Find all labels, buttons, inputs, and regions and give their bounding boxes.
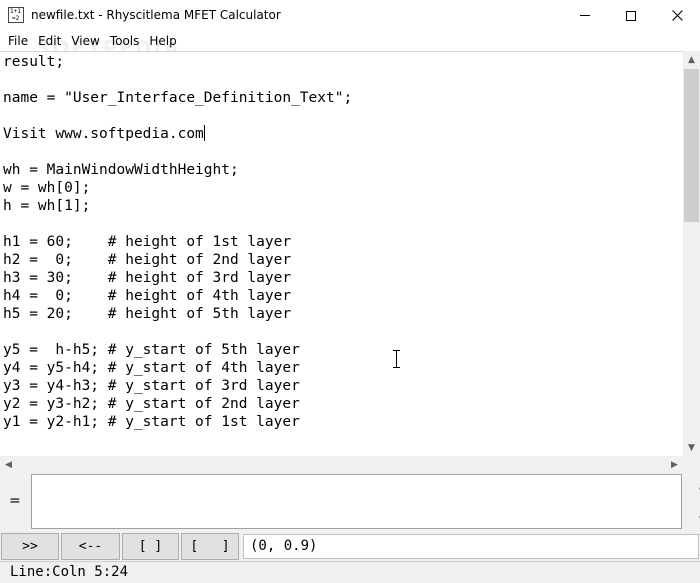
code-line[interactable]: h4 = 0; # height of 4th layer	[3, 287, 352, 305]
menu-help[interactable]: Help	[144, 31, 181, 51]
result-field[interactable]: (0, 0.9)	[243, 534, 699, 559]
minimize-button[interactable]	[562, 0, 608, 31]
bottom-toolbar: >> <-- [ ] [ ] (0, 0.9)	[0, 531, 700, 561]
scroll-down-icon[interactable]: ▼	[683, 439, 700, 456]
minimize-icon	[580, 15, 590, 16]
text-caret	[203, 125, 205, 141]
code-line[interactable]: w = wh[0];	[3, 179, 352, 197]
close-icon	[671, 10, 683, 21]
code-line[interactable]	[3, 215, 352, 233]
code-line[interactable]: h2 = 0; # height of 2nd layer	[3, 251, 352, 269]
calculator-app-icon[interactable]: 1+1 =2	[8, 7, 24, 23]
scroll-up-icon[interactable]: ▲	[683, 51, 700, 68]
close-button[interactable]	[654, 0, 700, 31]
code-line[interactable]: y1 = y2-h1; # y_start of 1st layer	[3, 413, 352, 431]
title-bar[interactable]: 1+1 =2 newfile.txt - Rhyscitlema MFET Ca…	[0, 0, 700, 31]
code-line[interactable]: result;	[3, 53, 352, 71]
maximize-button[interactable]	[608, 0, 654, 31]
evaluation-panel: = ▲ ▼	[0, 473, 700, 531]
code-line[interactable]: wh = MainWindowWidthHeight;	[3, 161, 352, 179]
code-line[interactable]: Visit www.softpedia.com	[3, 125, 352, 143]
code-line[interactable]: h5 = 20; # height of 5th layer	[3, 305, 352, 323]
evaluation-input[interactable]	[32, 475, 681, 528]
bracket-button[interactable]: [ ]	[122, 533, 179, 560]
text-editor[interactable]: result; name = "User_Interface_Definition…	[0, 51, 683, 456]
eval-scroll-up-icon[interactable]: ▲	[693, 477, 700, 494]
ibeam-cursor-icon	[393, 350, 401, 368]
evaluation-scrollbar[interactable]: ▲ ▼	[693, 477, 700, 528]
evaluation-box[interactable]: ▲ ▼	[31, 474, 700, 529]
code-line[interactable]: h = wh[1];	[3, 197, 352, 215]
evaluate-back-button[interactable]: <--	[61, 533, 120, 560]
code-line[interactable]: y2 = y3-h2; # y_start of 2nd layer	[3, 395, 352, 413]
scroll-thumb[interactable]	[684, 69, 699, 222]
editor-content[interactable]: result; name = "User_Interface_Definition…	[3, 53, 352, 431]
cursor-position: Line:Coln 5:24	[10, 564, 129, 580]
menu-file[interactable]: File	[3, 31, 33, 51]
menu-bar: File Edit View Tools Help	[0, 31, 700, 51]
result-value: (0, 0.9)	[250, 538, 318, 554]
wide-bracket-button[interactable]: [ ]	[181, 533, 239, 560]
code-line[interactable]	[3, 143, 352, 161]
scroll-right-icon[interactable]: ▶	[666, 456, 683, 473]
eval-scroll-down-icon[interactable]: ▼	[693, 511, 700, 528]
status-bar: Line:Coln 5:24	[0, 561, 700, 583]
scroll-left-icon[interactable]: ◀	[0, 456, 17, 473]
code-line[interactable]: y4 = y5-h4; # y_start of 4th layer	[3, 359, 352, 377]
code-line[interactable]	[3, 71, 352, 89]
app-icon-glyph-bottom: =2	[12, 15, 20, 22]
code-line[interactable]: y5 = h-h5; # y_start of 5th layer	[3, 341, 352, 359]
code-line[interactable]: h1 = 60; # height of 1st layer	[3, 233, 352, 251]
editor-horizontal-scrollbar[interactable]: ◀ ▶	[0, 456, 683, 473]
window-title: newfile.txt - Rhyscitlema MFET Calculato…	[31, 8, 281, 22]
evaluate-forward-button[interactable]: >>	[1, 533, 59, 560]
menu-tools[interactable]: Tools	[105, 31, 145, 51]
code-line[interactable]: name = "User_Interface_Definition_Text";	[3, 89, 352, 107]
code-line[interactable]: h3 = 30; # height of 3rd layer	[3, 269, 352, 287]
code-line[interactable]	[3, 323, 352, 341]
menu-edit[interactable]: Edit	[33, 31, 66, 51]
code-line[interactable]: y3 = y4-h3; # y_start of 3rd layer	[3, 377, 352, 395]
editor-vertical-scrollbar[interactable]: ▲ ▼	[683, 51, 700, 456]
menu-view[interactable]: View	[66, 31, 104, 51]
equals-label: =	[9, 493, 21, 509]
scroll-corner	[683, 456, 700, 473]
code-line[interactable]	[3, 107, 352, 125]
maximize-icon	[626, 10, 636, 21]
